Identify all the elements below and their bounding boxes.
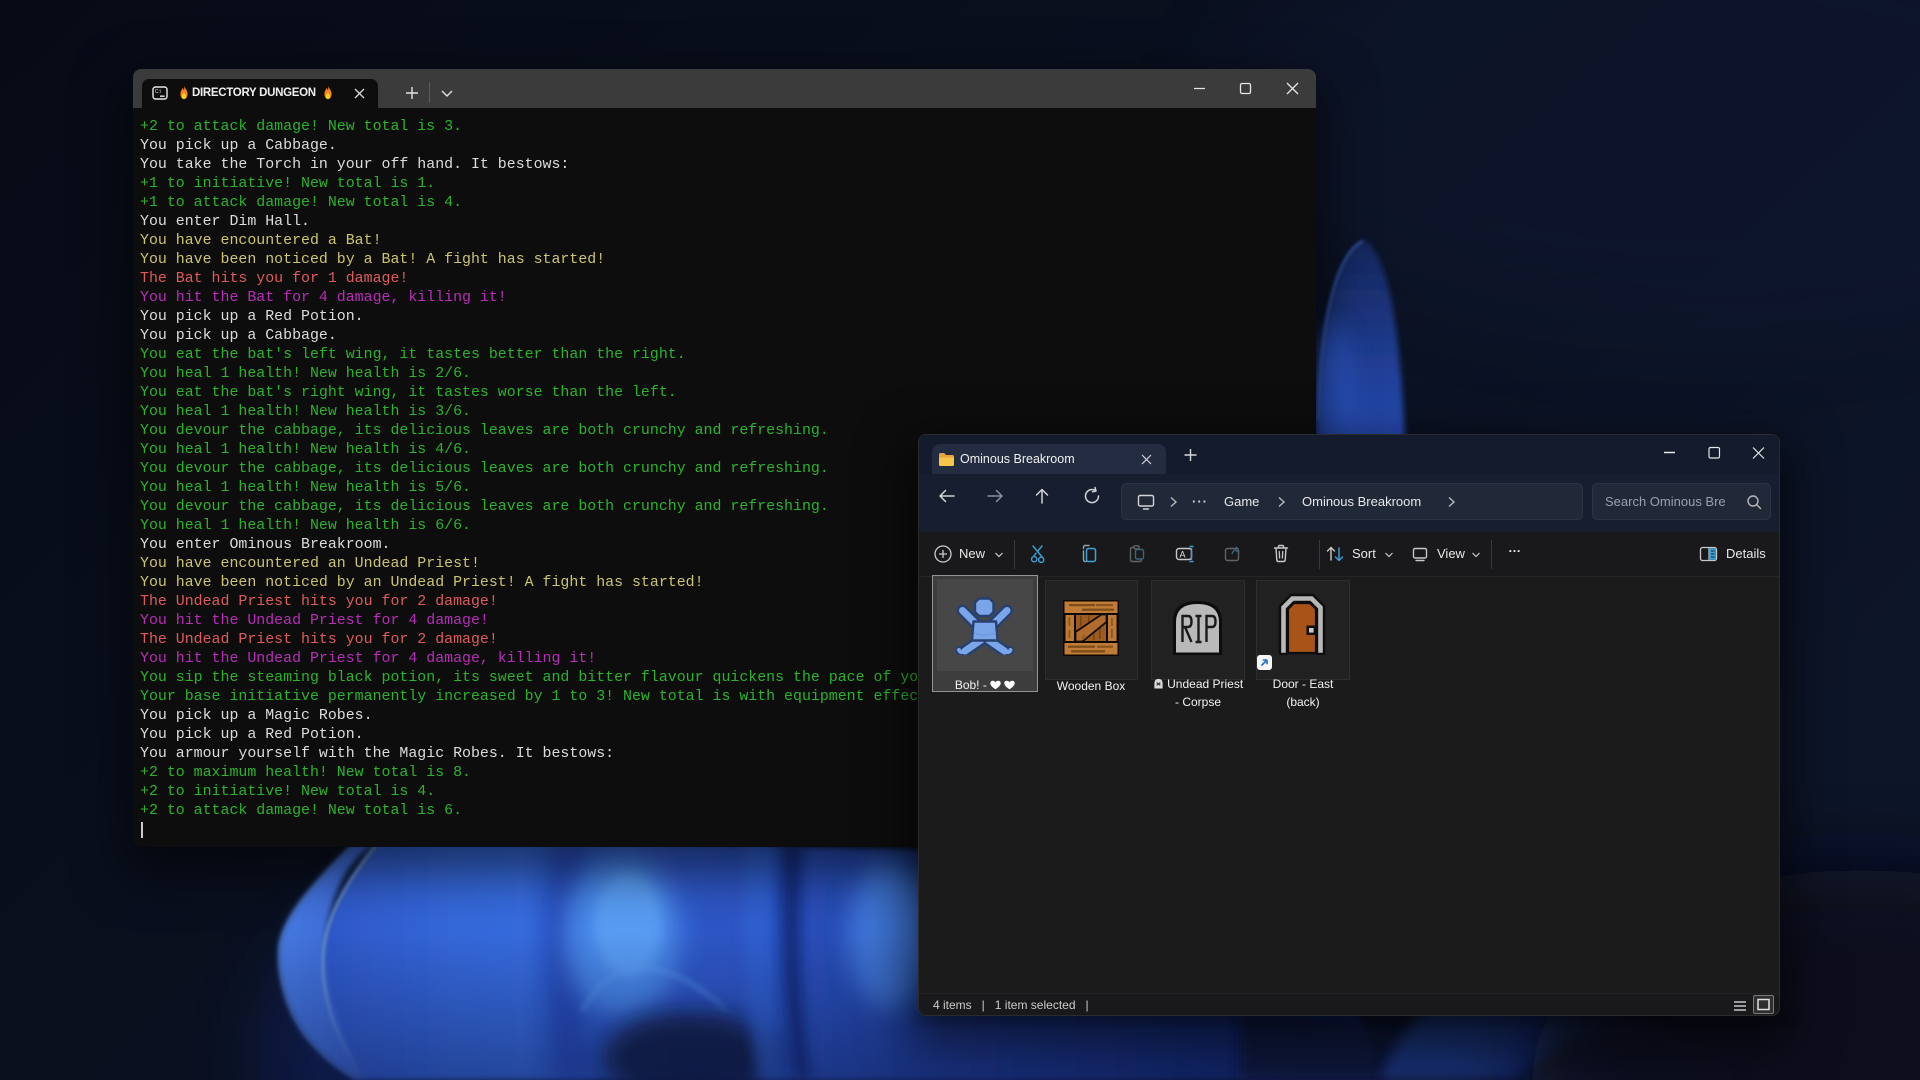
svg-text:C:\: C:\ (155, 89, 162, 95)
svg-text:A: A (1180, 550, 1186, 560)
